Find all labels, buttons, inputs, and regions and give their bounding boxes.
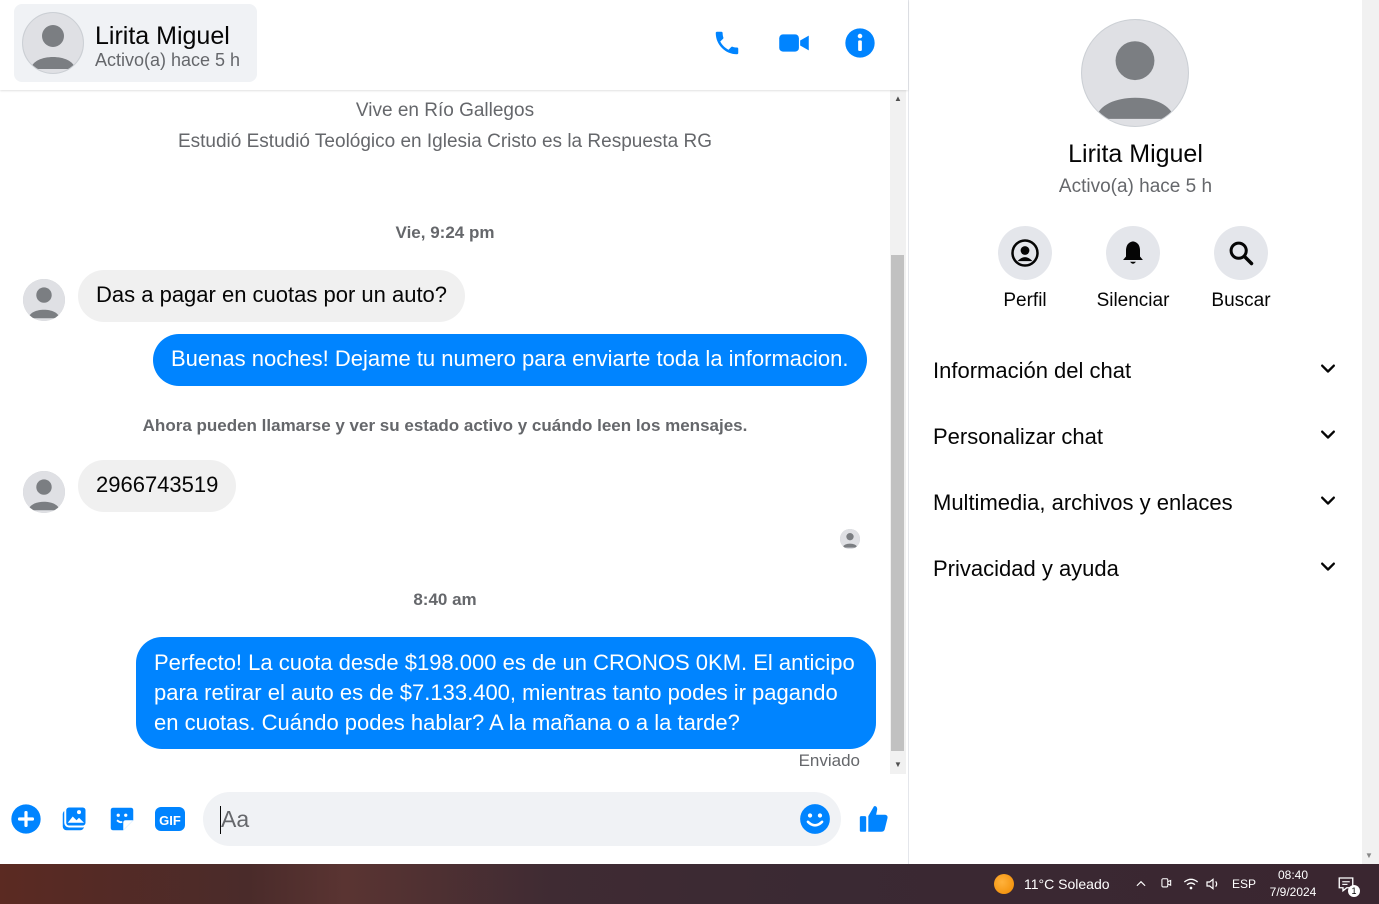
chevron-down-icon [1318, 359, 1338, 384]
sun-icon[interactable] [994, 874, 1014, 894]
image-icon[interactable] [57, 802, 91, 836]
emoji-icon[interactable] [798, 802, 832, 836]
info-icon[interactable] [843, 26, 877, 60]
volume-icon[interactable] [1204, 875, 1222, 893]
chevron-up-icon[interactable] [1132, 875, 1150, 893]
message-list[interactable]: Vive en Río Gallegos Estudió Estudió Teo… [0, 90, 890, 780]
scroll-down-arrow-icon[interactable]: ▼ [890, 758, 906, 772]
profile-name: Lirita Miguel [1068, 140, 1203, 168]
avatar[interactable] [23, 279, 65, 321]
message-incoming[interactable]: 2966743519 [78, 460, 237, 512]
search-icon [1214, 226, 1268, 280]
chat-details-panel: Lirita Miguel Activo(a) hace 5 h Perfil … [909, 0, 1362, 864]
clock-time[interactable]: 08:40 [1270, 868, 1316, 882]
section-title: Información del chat [933, 358, 1132, 383]
message-incoming[interactable]: Das a pagar en cuotas por un auto? [78, 270, 466, 322]
mute-label: Silenciar [1096, 290, 1170, 311]
wifi-icon[interactable] [1182, 875, 1200, 893]
contact-card[interactable]: Lirita Miguel Activo(a) hace 5 h [14, 4, 257, 82]
chevron-down-icon [1318, 491, 1338, 516]
scroll-up-arrow-icon[interactable]: ▲ [890, 92, 906, 106]
taskbar: 11°C Soleado ESP 08:40 7/9/2024 1 [0, 864, 1379, 904]
profile-status: Activo(a) hace 5 h [1058, 176, 1213, 197]
scroll-thumb[interactable] [891, 255, 904, 751]
avatar[interactable] [22, 12, 84, 74]
notification-count-badge: 1 [1348, 885, 1360, 897]
section-title: Personalizar chat [933, 424, 1103, 449]
add-icon[interactable] [9, 802, 43, 836]
section-privacy-help[interactable]: Privacidad y ayuda [921, 541, 1346, 597]
svg-text:GIF: GIF [159, 813, 181, 828]
search-label: Buscar [1211, 290, 1271, 311]
message-outgoing[interactable]: Perfecto! La cuota desde $198.000 es de … [136, 637, 876, 749]
section-title: Multimedia, archivos y enlaces [933, 490, 1233, 515]
section-customize-chat[interactable]: Personalizar chat [921, 409, 1346, 465]
section-chat-info[interactable]: Información del chat [921, 343, 1346, 399]
search-button[interactable]: Buscar [1196, 226, 1286, 312]
sent-status: Enviado [798, 751, 860, 770]
scroll-down-arrow-icon[interactable]: ▼ [1365, 851, 1373, 860]
chevron-down-icon [1318, 425, 1338, 450]
contact-name: Lirita Miguel [95, 22, 230, 50]
avatar[interactable] [23, 471, 65, 513]
chat-header: Lirita Miguel Activo(a) hace 5 h [0, 0, 908, 90]
page-scrollbar[interactable]: ▼ [1362, 0, 1379, 864]
messenger-app: Lirita Miguel Activo(a) hace 5 h Vive en… [0, 0, 1379, 864]
section-title: Privacidad y ayuda [933, 556, 1119, 581]
contact-status: Activo(a) hace 5 h [95, 50, 241, 70]
weather-text[interactable]: 11°C Soleado [1024, 876, 1110, 892]
chevron-down-icon [1318, 557, 1338, 582]
gif-icon[interactable]: GIF [153, 802, 187, 836]
clock-date[interactable]: 7/9/2024 [1264, 885, 1322, 899]
meet-now-icon[interactable] [1157, 875, 1175, 893]
sticker-icon[interactable] [105, 802, 139, 836]
text-caret [220, 806, 221, 834]
mute-button[interactable]: Silenciar [1088, 226, 1178, 312]
system-note: Ahora pueden llamarse y ver su estado ac… [142, 416, 748, 435]
timestamp: Vie, 9:24 pm [395, 223, 495, 242]
message-scrollbar[interactable]: ▲ ▼ [890, 90, 906, 774]
video-call-icon[interactable] [777, 26, 811, 60]
intro-education: Estudió Estudió Teológico en Iglesia Cri… [177, 131, 713, 152]
intro-location: Vive en Río Gallegos [355, 100, 535, 121]
bell-icon [1106, 226, 1160, 280]
avatar[interactable] [1081, 19, 1189, 127]
like-icon[interactable] [857, 802, 891, 836]
message-input[interactable] [203, 792, 841, 846]
composer: GIF [0, 780, 908, 864]
section-media-files-links[interactable]: Multimedia, archivos y enlaces [921, 475, 1346, 531]
timestamp: 8:40 am [413, 590, 477, 609]
language-indicator[interactable]: ESP [1232, 877, 1256, 891]
profile-label: Perfil [1003, 290, 1047, 311]
phone-icon[interactable] [710, 26, 744, 60]
profile-icon [998, 226, 1052, 280]
message-outgoing[interactable]: Buenas noches! Dejame tu numero para env… [153, 334, 867, 386]
profile-button[interactable]: Perfil [980, 226, 1070, 312]
read-receipt-avatar [840, 529, 860, 549]
